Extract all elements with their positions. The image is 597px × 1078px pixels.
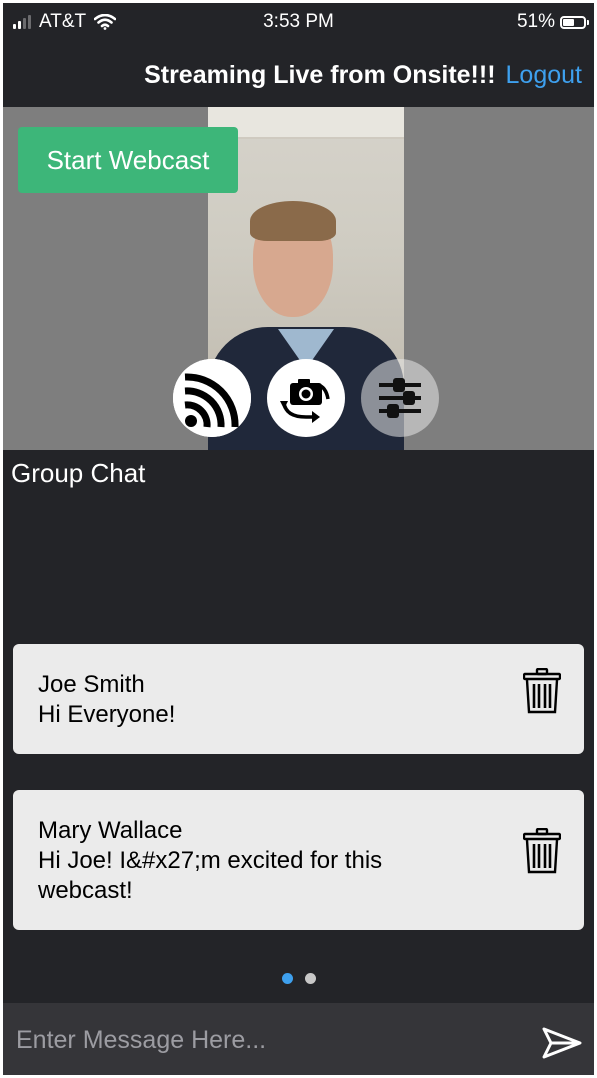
settings-button[interactable] <box>361 359 439 437</box>
broadcast-button[interactable] <box>173 359 251 437</box>
message-author: Joe Smith <box>38 671 145 698</box>
app-screen: AT&T 3:53 PM 51% Streaming Live from Ons… <box>3 3 594 1075</box>
clock: 3:53 PM <box>263 11 334 32</box>
page-dot[interactable] <box>304 973 316 984</box>
battery-icon <box>560 15 589 29</box>
send-icon[interactable] <box>542 1027 582 1059</box>
settings-sliders-icon <box>379 378 421 418</box>
chat-message: Mary Wallace Hi Joe! I&#x27;m excited fo… <box>13 790 584 930</box>
broadcast-icon <box>173 359 251 437</box>
chat-message: Joe Smith Hi Everyone! <box>13 644 584 754</box>
message-text: Hi Joe! I&#x27;m excited for this webcas… <box>38 847 383 904</box>
switch-camera-button[interactable] <box>267 359 345 437</box>
start-webcast-button[interactable]: Start Webcast <box>18 127 238 193</box>
trash-icon[interactable] <box>523 668 561 714</box>
message-bar <box>3 1003 594 1075</box>
message-author: Mary Wallace <box>38 817 183 844</box>
app-header: Streaming Live from Onsite!!! Logout <box>3 53 594 97</box>
logout-link[interactable]: Logout <box>506 61 582 90</box>
status-right: 51% <box>516 11 589 33</box>
page-indicator <box>3 973 594 984</box>
battery-percent: 51% <box>516 11 555 32</box>
trash-icon[interactable] <box>523 828 561 874</box>
page-title: Streaming Live from Onsite!!! <box>144 60 496 89</box>
chat-title: Group Chat <box>11 458 146 488</box>
status-bar: AT&T 3:53 PM 51% <box>3 3 594 41</box>
message-input[interactable] <box>14 1017 528 1063</box>
message-text: Hi Everyone! <box>38 701 176 728</box>
video-preview: Start Webcast <box>3 107 594 450</box>
switch-camera-icon <box>280 379 330 423</box>
page-dot[interactable] <box>281 973 293 984</box>
